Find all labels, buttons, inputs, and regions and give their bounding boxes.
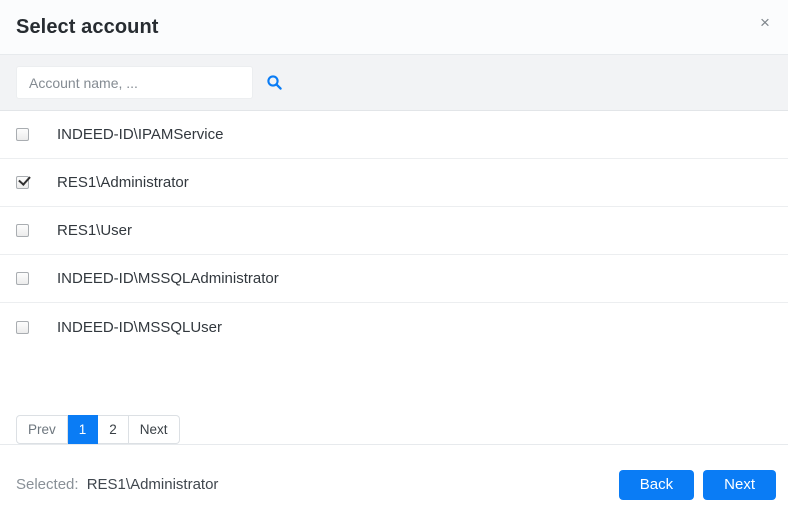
account-name: INDEED-ID\IPAMService [57, 126, 224, 143]
account-row[interactable]: INDEED-ID\MSSQLAdministrator [0, 255, 788, 303]
pagination-next[interactable]: Next [128, 415, 180, 444]
search-button[interactable] [259, 68, 289, 98]
selected-summary: Selected: RES1\Administrator [16, 476, 218, 493]
account-name: RES1\User [57, 222, 133, 239]
account-checkbox[interactable] [16, 128, 29, 141]
close-icon[interactable]: × [754, 12, 776, 34]
selected-label: Selected: [16, 476, 79, 493]
pagination-prev[interactable]: Prev [16, 415, 68, 444]
next-button[interactable]: Next [703, 469, 776, 500]
account-name: INDEED-ID\MSSQLUser [57, 318, 223, 336]
footer-actions: Back Next [618, 469, 776, 500]
account-row[interactable]: RES1\Administrator [0, 159, 788, 207]
back-button[interactable]: Back [618, 469, 695, 500]
dialog-header: Select account × [0, 0, 788, 55]
pagination-container: Prev 1 2 Next [0, 351, 788, 444]
account-checkbox[interactable] [16, 176, 29, 189]
account-list: INDEED-ID\IPAMService RES1\Administrator… [0, 111, 788, 351]
dialog-footer: Selected: RES1\Administrator Back Next [0, 444, 788, 524]
pagination: Prev 1 2 Next [16, 415, 180, 444]
account-checkbox[interactable] [16, 320, 29, 334]
dialog-title: Select account [16, 15, 159, 38]
account-name: INDEED-ID\MSSQLAdministrator [57, 270, 279, 287]
account-row[interactable]: RES1\User [0, 207, 788, 255]
account-checkbox[interactable] [16, 224, 29, 237]
pagination-page-1[interactable]: 1 [67, 415, 99, 444]
account-name: RES1\Administrator [57, 174, 189, 191]
selected-value: RES1\Administrator [86, 476, 219, 493]
account-checkbox[interactable] [16, 272, 29, 285]
select-account-dialog: Select account × INDEED-ID\IPAMService R… [0, 0, 788, 524]
account-row[interactable]: INDEED-ID\IPAMService [0, 111, 788, 159]
pagination-page-2[interactable]: 2 [98, 415, 129, 444]
search-icon [266, 74, 283, 91]
account-row[interactable]: INDEED-ID\MSSQLUser [0, 303, 788, 351]
search-toolbar [0, 55, 788, 111]
search-input[interactable] [16, 66, 253, 99]
